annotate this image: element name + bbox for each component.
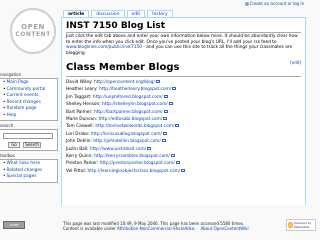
search-button[interactable]: Search: [23, 142, 41, 148]
external-link-icon: [175, 124, 180, 128]
member-name: Marie Duncan:: [66, 117, 98, 123]
member-blog-link[interactable]: http://johndehlin.blogspot.com/: [93, 139, 161, 144]
list-item: Bart Palmer: http://bartpalmer.blogspot.…: [66, 109, 185, 116]
create-account-link[interactable]: Create an account or log in: [244, 1, 304, 6]
list-item: Lori Drake: http://lorisusublog.blogspot…: [66, 131, 185, 138]
external-link-icon: [155, 80, 160, 83]
page-title: INST 7150 Blog List: [66, 21, 165, 31]
about-link[interactable]: About OpenContentWiki: [201, 226, 249, 231]
list-item: David Wiley: http://opencontent.org/blog…: [66, 79, 185, 86]
external-link-icon: [168, 102, 173, 106]
member-blog-link[interactable]: http://edtosabi.blogspot.com/: [99, 117, 163, 122]
mediawiki-badge[interactable]: Powered by MediaWiki: [286, 219, 316, 231]
member-name: Tom Caswell:: [66, 124, 94, 130]
navigation-header: navigation: [0, 72, 22, 77]
member-blog-link[interactable]: http://unphiltered.blogspot.com/: [93, 95, 163, 100]
external-link-icon: [163, 109, 168, 113]
cc-license-badge[interactable]: SOME RIGHTS RESERVED: [3, 221, 25, 239]
title-divider: [66, 32, 301, 33]
section-divider: [66, 76, 301, 77]
member-blog-link[interactable]: http://opencontent.org/blog/: [94, 80, 155, 85]
main-content: INST 7150 Blog List Just click the edit …: [61, 17, 306, 206]
search-input[interactable]: [3, 133, 53, 139]
list-item: Jim Taggart: http://unphiltered.blogspot…: [66, 94, 185, 101]
member-blog-link[interactable]: http://lorisusublog.blogspot.com/: [91, 132, 162, 137]
external-link-icon: [181, 168, 186, 172]
sidebar: navigation •Main Page •Community portal …: [0, 70, 58, 183]
toolbox-header: toolbox: [0, 153, 15, 158]
member-name: Heather Leary:: [66, 87, 98, 93]
member-list: David Wiley: http://opencontent.org/blog…: [66, 79, 186, 175]
member-blog-link[interactable]: http://tomsetwowords.blogspot.com/: [95, 124, 174, 129]
member-name: Jim Taggart:: [66, 94, 92, 100]
list-item: Shelley Henson: http://shelleyhn.blogspo…: [66, 101, 185, 108]
member-blog-link[interactable]: http://bartpalmer.blogspot.com/: [94, 110, 163, 115]
member-blog-link[interactable]: http://shelleyhn.blogspot.com/: [102, 102, 168, 107]
member-name: Shelley Henson:: [66, 102, 101, 108]
external-link-icon: [170, 154, 175, 158]
member-name: John Dehlin:: [66, 139, 92, 145]
mediawiki-icon: [288, 221, 293, 229]
member-blog-link[interactable]: http://www.justinball.com/: [90, 147, 146, 152]
list-item: Preston Parker: http://prestonparker.blo…: [66, 160, 185, 167]
section-title: Class Member Blogs: [66, 62, 180, 73]
member-name: David Wiley:: [66, 80, 93, 85]
member-name: Vel Pittal:: [66, 168, 87, 174]
bloglines-link[interactable]: www.bloglines.com/public/inst7150: [66, 45, 142, 50]
member-blog-link[interactable]: http://learninginobjectsclass.blogspot.c…: [88, 169, 181, 174]
search-box: Go Search: [0, 129, 58, 151]
user-icon: [244, 1, 249, 6]
top-bar: Create an account or log in: [0, 0, 320, 10]
intro-paragraph: Just click the edit tab above and enter …: [66, 34, 299, 57]
create-account-label[interactable]: Create an account or log in: [250, 1, 304, 6]
member-blog-link[interactable]: http://kerrysrambles.blogspot.com/: [94, 154, 170, 159]
tool-special-pages[interactable]: •Special pages: [3, 174, 57, 181]
list-item: Vel Pittal: http://learninginobjectsclas…: [66, 168, 186, 175]
member-blog-link[interactable]: http://heatherleary.blogspot.com/: [99, 87, 171, 92]
external-link-icon: [175, 161, 180, 165]
logo-line2: CONTENT: [15, 31, 51, 38]
list-item: Tom Caswell: http://tomsetwowords.blogsp…: [66, 123, 185, 130]
license-link[interactable]: Attribution-NonCommercial-ShareAlike.: [117, 226, 196, 231]
external-link-icon: [163, 117, 168, 121]
member-name: Bart Palmer:: [66, 109, 93, 115]
toolbox-box: •What links here •Related changes •Speci…: [0, 159, 58, 183]
member-name: Preston Parker:: [66, 161, 99, 167]
external-link-icon: [162, 131, 167, 135]
external-link-icon: [163, 94, 168, 98]
nav-help[interactable]: •Help: [3, 113, 57, 120]
external-link-icon: [161, 139, 166, 143]
list-item: Justin Ball: http://www.justinball.com/: [66, 146, 185, 153]
go-button[interactable]: Go: [8, 142, 20, 148]
footer: SOME RIGHTS RESERVED This page was last …: [0, 205, 320, 240]
search-header: search: [0, 123, 14, 128]
external-link-icon: [172, 87, 177, 91]
member-name: Lori Drake:: [66, 131, 90, 137]
list-item: Heather Leary: http://heatherleary.blogs…: [66, 86, 185, 93]
footer-text: This page was last modified 10:49, 9 May…: [63, 221, 249, 231]
list-item: Marie Duncan: http://edtosabi.blogspot.c…: [66, 116, 185, 123]
footer-license-line: Content is available under Attribution-N…: [63, 226, 249, 232]
intro-text: Just click the edit tab above and enter …: [66, 34, 298, 45]
list-item: Kerry Quinn: http://kerrysrambles.blogsp…: [66, 153, 185, 160]
member-blog-link[interactable]: http://prestonparker.blogspot.com/: [100, 161, 175, 166]
member-name: Justin Ball:: [66, 146, 89, 152]
list-item: John Dehlin: http://johndehlin.blogspot.…: [66, 138, 185, 145]
logo-line1: OPEN: [21, 23, 45, 31]
section-edit-link[interactable]: [edit]: [290, 60, 301, 65]
external-link-icon: [147, 146, 152, 150]
member-name: Kerry Quinn:: [66, 154, 93, 160]
navigation-box: •Main Page •Community portal •Current ev…: [0, 78, 58, 121]
site-logo[interactable]: OPEN CONTENT: [10, 8, 56, 54]
